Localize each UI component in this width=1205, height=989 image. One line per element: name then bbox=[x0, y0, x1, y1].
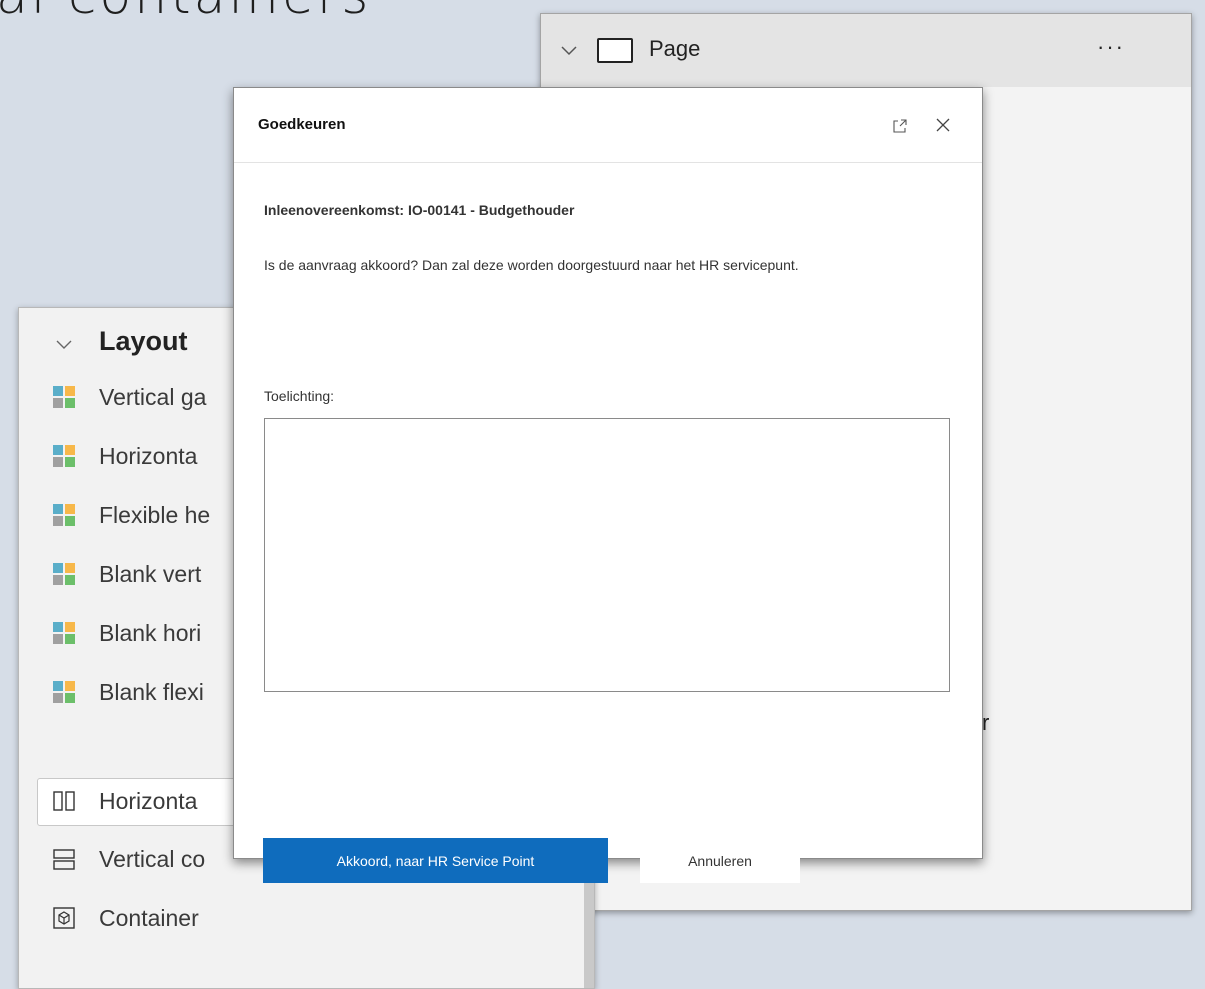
approve-to-hr-button[interactable]: Akkoord, naar HR Service Point bbox=[263, 838, 608, 883]
cancel-button[interactable]: Annuleren bbox=[640, 838, 800, 883]
page-icon bbox=[597, 38, 633, 63]
container-icon bbox=[53, 907, 75, 929]
layout-item-label: Horizonta bbox=[99, 443, 198, 469]
layout-item-label: Blank hori bbox=[99, 620, 202, 646]
dialog-question: Is de aanvraag akkoord? Dan zal deze wor… bbox=[264, 257, 799, 273]
gallery-icon bbox=[53, 622, 75, 644]
dialog-header: Goedkeuren bbox=[234, 88, 982, 163]
gallery-icon bbox=[53, 445, 75, 467]
background-title: al containers bbox=[0, 0, 371, 26]
page-label: Page bbox=[649, 36, 701, 61]
layout-item-label: Vertical ga bbox=[99, 384, 207, 410]
gallery-icon bbox=[53, 386, 75, 408]
chevron-down-icon[interactable] bbox=[55, 336, 73, 354]
layout-item-label: Horizonta bbox=[99, 788, 198, 814]
dialog-subtitle: Inleenovereenkomst: IO-00141 - Budgethou… bbox=[264, 202, 575, 218]
gallery-icon bbox=[53, 504, 75, 526]
gallery-icon bbox=[53, 681, 75, 703]
close-icon[interactable] bbox=[934, 116, 952, 134]
page-header[interactable]: Page ··· bbox=[541, 14, 1191, 87]
comment-textarea[interactable] bbox=[264, 418, 950, 692]
comment-label: Toelichting: bbox=[264, 388, 335, 404]
expand-icon[interactable] bbox=[892, 118, 908, 134]
layout-item-label: Blank vert bbox=[99, 561, 202, 587]
dialog-title: Goedkeuren bbox=[258, 116, 346, 133]
layout-item-label: Container bbox=[99, 905, 199, 931]
page-tail-text: r bbox=[982, 710, 990, 735]
more-options-icon[interactable]: ··· bbox=[1097, 34, 1125, 60]
approve-dialog: Goedkeuren Inleenovereenkomst: IO-00141 … bbox=[233, 87, 983, 883]
layout-item-label: Flexible he bbox=[99, 502, 211, 528]
vertical-container-icon bbox=[53, 849, 75, 870]
layout-item-label: Blank flexi bbox=[99, 679, 204, 705]
layout-item-label: Vertical co bbox=[99, 846, 206, 872]
chevron-down-icon[interactable] bbox=[559, 41, 579, 61]
gallery-icon bbox=[53, 563, 75, 585]
horizontal-container-icon bbox=[53, 791, 75, 811]
layout-item-container[interactable]: Container bbox=[37, 895, 577, 943]
layout-section-title: Layout bbox=[99, 326, 188, 356]
